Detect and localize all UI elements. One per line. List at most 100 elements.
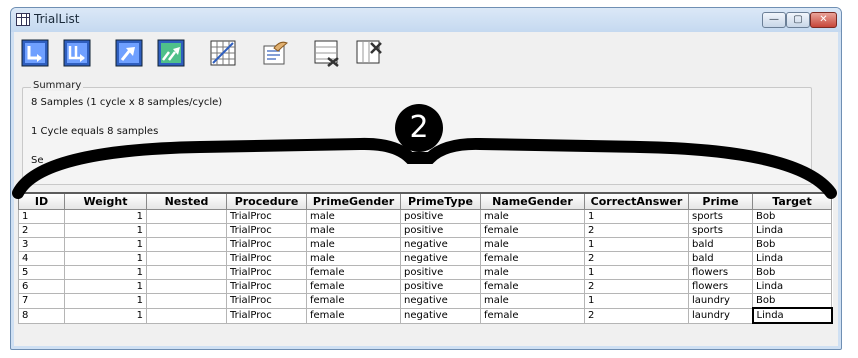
table-cell-id[interactable]: 7 bbox=[18, 293, 65, 309]
remove-levels-button[interactable] bbox=[312, 38, 342, 68]
table-cell-weight[interactable]: 1 bbox=[64, 307, 147, 324]
table-row[interactable]: 7 1 TrialProc female negative male 1 laundry Bob bbox=[18, 293, 832, 309]
table-cell-primetype[interactable]: negative bbox=[400, 307, 481, 324]
table-cell-primetype[interactable]: positive bbox=[400, 265, 481, 280]
table-cell-nested[interactable] bbox=[146, 237, 227, 252]
table-cell-primegender[interactable]: female bbox=[306, 307, 401, 324]
table-cell-nested[interactable] bbox=[146, 223, 227, 238]
table-cell-namegender[interactable]: male bbox=[480, 293, 585, 309]
table-row[interactable]: 1 1 TrialProc male positive male 1 sports Bob bbox=[18, 209, 832, 224]
add-level-button[interactable] bbox=[20, 38, 50, 68]
table-cell-prime[interactable]: sports bbox=[688, 223, 753, 238]
table-cell-prime[interactable]: bald bbox=[688, 237, 753, 252]
table-cell-id[interactable]: 8 bbox=[18, 307, 65, 324]
table-cell-procedure[interactable]: TrialProc bbox=[226, 251, 307, 266]
table-cell-namegender[interactable]: female bbox=[480, 223, 585, 238]
table-cell-correctanswer[interactable]: 1 bbox=[584, 293, 689, 309]
table-cell-weight[interactable]: 1 bbox=[64, 237, 147, 252]
table-cell-primetype[interactable]: negative bbox=[400, 251, 481, 266]
column-header-id[interactable]: ID bbox=[18, 192, 65, 210]
table-cell-procedure[interactable]: TrialProc bbox=[226, 265, 307, 280]
table-cell-target[interactable]: Bob bbox=[752, 265, 832, 280]
table-row[interactable]: 6 1 TrialProc female positive female 2 flowers L… bbox=[18, 279, 832, 294]
close-button[interactable]: ✕ bbox=[810, 12, 837, 28]
table-row[interactable]: 2 1 TrialProc male positive female 2 sports Lind… bbox=[18, 223, 832, 238]
table-cell-prime[interactable]: sports bbox=[688, 209, 753, 224]
table-cell-procedure[interactable]: TrialProc bbox=[226, 223, 307, 238]
table-cell-weight[interactable]: 1 bbox=[64, 223, 147, 238]
maximize-button[interactable]: ▢ bbox=[786, 12, 810, 28]
table-cell-procedure[interactable]: TrialProc bbox=[226, 279, 307, 294]
table-cell-nested[interactable] bbox=[146, 307, 227, 324]
remove-attributes-button[interactable] bbox=[354, 38, 384, 68]
table-cell-correctanswer[interactable]: 1 bbox=[584, 265, 689, 280]
table-cell-primegender[interactable]: male bbox=[306, 251, 401, 266]
table-cell-primegender[interactable]: female bbox=[306, 293, 401, 309]
column-header-procedure[interactable]: Procedure bbox=[226, 192, 307, 210]
table-cell-prime[interactable]: bald bbox=[688, 251, 753, 266]
table-cell-target[interactable]: Linda bbox=[752, 223, 832, 238]
column-header-nested[interactable]: Nested bbox=[146, 192, 227, 210]
table-row[interactable]: 8 1 TrialProc female negative female 2 laundry L… bbox=[18, 307, 833, 324]
table-cell-correctanswer[interactable]: 1 bbox=[584, 209, 689, 224]
grid-button[interactable] bbox=[208, 38, 238, 68]
table-cell-namegender[interactable]: male bbox=[480, 237, 585, 252]
table-cell-primetype[interactable]: negative bbox=[400, 237, 481, 252]
table-cell-correctanswer[interactable]: 1 bbox=[584, 237, 689, 252]
table-cell-prime[interactable]: laundry bbox=[688, 293, 753, 309]
insert-level-button[interactable] bbox=[114, 38, 144, 68]
table-cell-correctanswer[interactable]: 2 bbox=[584, 307, 689, 324]
table-cell-weight[interactable]: 1 bbox=[64, 279, 147, 294]
table-cell-primegender[interactable]: female bbox=[306, 279, 401, 294]
table-cell-prime[interactable]: flowers bbox=[688, 279, 753, 294]
table-cell-nested[interactable] bbox=[146, 251, 227, 266]
table-cell-weight[interactable]: 1 bbox=[64, 293, 147, 309]
table-cell-weight[interactable]: 1 bbox=[64, 209, 147, 224]
table-cell-id[interactable]: 5 bbox=[18, 265, 65, 280]
table-cell-target[interactable]: Linda bbox=[751, 307, 833, 324]
table-cell-id[interactable]: 4 bbox=[18, 251, 65, 266]
table-row[interactable]: 5 1 TrialProc female positive male 1 flowers Bob bbox=[18, 265, 832, 280]
column-header-primegender[interactable]: PrimeGender bbox=[306, 192, 401, 210]
column-header-weight[interactable]: Weight bbox=[64, 192, 147, 210]
table-cell-prime[interactable]: flowers bbox=[688, 265, 753, 280]
insert-multiple-levels-button[interactable] bbox=[156, 38, 186, 68]
table-cell-nested[interactable] bbox=[146, 209, 227, 224]
table-cell-procedure[interactable]: TrialProc bbox=[226, 209, 307, 224]
table-cell-namegender[interactable]: female bbox=[480, 251, 585, 266]
table-cell-weight[interactable]: 1 bbox=[64, 265, 147, 280]
table-cell-nested[interactable] bbox=[146, 279, 227, 294]
table-cell-primegender[interactable]: male bbox=[306, 223, 401, 238]
table-cell-target[interactable]: Bob bbox=[752, 293, 832, 309]
table-cell-primetype[interactable]: positive bbox=[400, 279, 481, 294]
table-cell-namegender[interactable]: female bbox=[480, 279, 585, 294]
table-cell-primegender[interactable]: male bbox=[306, 237, 401, 252]
table-cell-correctanswer[interactable]: 2 bbox=[584, 251, 689, 266]
table-cell-id[interactable]: 2 bbox=[18, 223, 65, 238]
column-header-prime[interactable]: Prime bbox=[688, 192, 753, 210]
table-cell-nested[interactable] bbox=[146, 293, 227, 309]
table-cell-procedure[interactable]: TrialProc bbox=[226, 237, 307, 252]
table-cell-namegender[interactable]: male bbox=[480, 265, 585, 280]
table-cell-prime[interactable]: laundry bbox=[688, 307, 753, 324]
title-bar[interactable]: TrialList — ▢ ✕ bbox=[11, 8, 841, 32]
table-cell-target[interactable]: Bob bbox=[752, 209, 832, 224]
minimize-button[interactable]: — bbox=[762, 12, 786, 28]
table-row[interactable]: 3 1 TrialProc male negative male 1 bald Bob bbox=[18, 237, 832, 252]
table-cell-namegender[interactable]: male bbox=[480, 209, 585, 224]
table-cell-nested[interactable] bbox=[146, 265, 227, 280]
table-cell-target[interactable]: Bob bbox=[752, 237, 832, 252]
column-header-correctanswer[interactable]: CorrectAnswer bbox=[584, 192, 689, 210]
table-cell-correctanswer[interactable]: 2 bbox=[584, 279, 689, 294]
table-cell-id[interactable]: 3 bbox=[18, 237, 65, 252]
table-cell-target[interactable]: Linda bbox=[752, 251, 832, 266]
add-multiple-levels-button[interactable] bbox=[62, 38, 92, 68]
table-cell-primetype[interactable]: negative bbox=[400, 293, 481, 309]
table-row[interactable]: 4 1 TrialProc male negative female 2 bald Linda bbox=[18, 251, 832, 266]
table-cell-correctanswer[interactable]: 2 bbox=[584, 223, 689, 238]
table-cell-primegender[interactable]: male bbox=[306, 209, 401, 224]
table-cell-weight[interactable]: 1 bbox=[64, 251, 147, 266]
table-cell-target[interactable]: Linda bbox=[752, 279, 832, 294]
column-header-namegender[interactable]: NameGender bbox=[480, 192, 585, 210]
table-cell-primetype[interactable]: positive bbox=[400, 209, 481, 224]
